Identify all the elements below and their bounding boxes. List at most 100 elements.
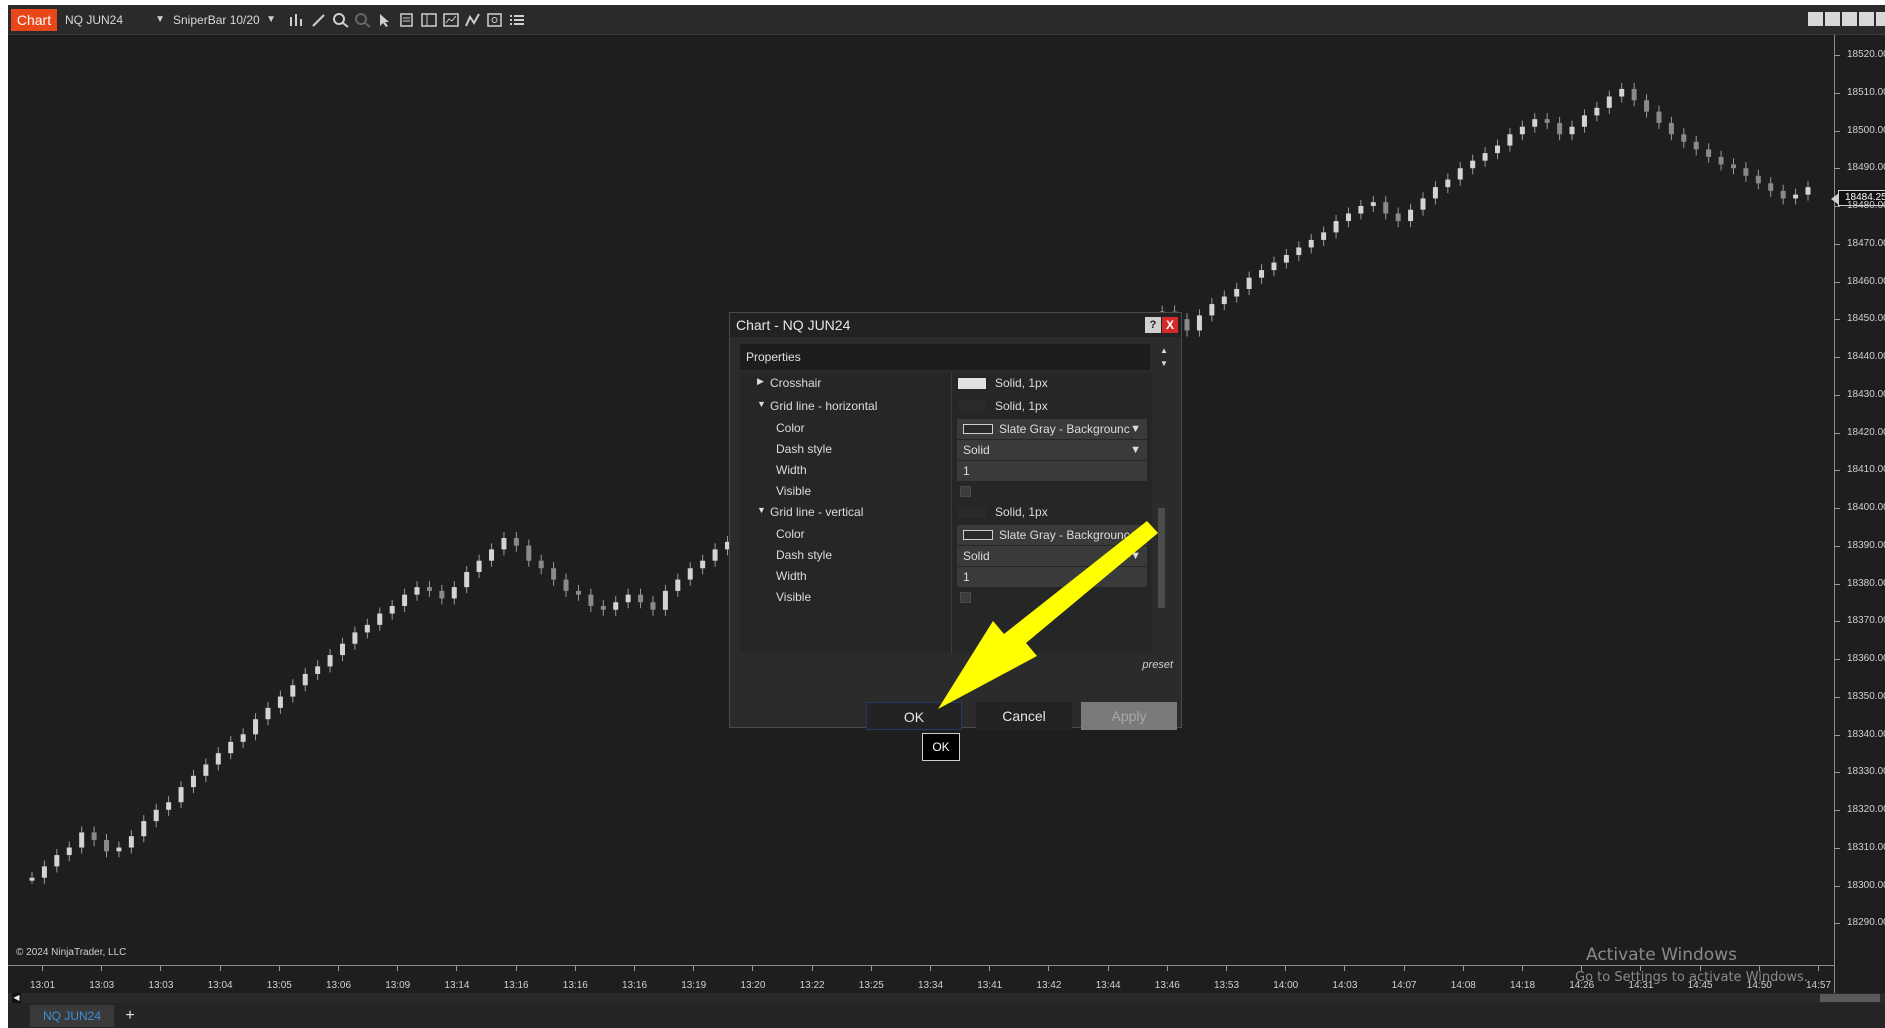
time-tick <box>989 966 991 971</box>
candle <box>476 554 482 579</box>
property-row-width[interactable]: Width 1 <box>740 566 1152 588</box>
data-box-icon[interactable] <box>398 12 416 28</box>
candle <box>1557 116 1563 141</box>
price-tick <box>1835 243 1840 245</box>
property-row-color[interactable]: Color Slate Gray - Backgrounc ▼ <box>740 524 1152 546</box>
dialog-title: Chart - NQ JUN24 <box>730 313 1181 337</box>
candle <box>712 543 718 567</box>
time-tick <box>160 966 162 971</box>
collapse-arrow-icon[interactable]: ▼ <box>757 399 766 409</box>
property-row-dash-style[interactable]: Dash style Solid ▼ <box>740 545 1152 567</box>
bar-chart-icon[interactable] <box>288 12 306 28</box>
chart-menu-button[interactable]: Chart <box>11 9 57 31</box>
instrument-selector[interactable]: NQ JUN24 ▼ <box>65 11 165 29</box>
zoom-out-icon[interactable] <box>354 12 372 28</box>
price-tick-label: 18420.00 <box>1847 426 1885 438</box>
candle <box>551 562 557 586</box>
restore-window-icon[interactable] <box>1859 12 1874 26</box>
time-tick <box>1107 966 1109 971</box>
preset-link[interactable]: preset <box>1142 659 1173 671</box>
candle <box>538 554 544 575</box>
price-tick <box>1835 281 1840 283</box>
price-tick-label: 18440.00 <box>1847 351 1885 362</box>
properties-icon[interactable] <box>486 12 504 28</box>
property-row-visible[interactable]: Visible <box>740 481 1152 503</box>
apply-button: Apply <box>1081 702 1177 730</box>
candle <box>1693 135 1699 156</box>
tab-nq-jun24[interactable]: NQ JUN24 <box>30 1005 114 1027</box>
pointer-icon[interactable] <box>376 12 394 28</box>
time-tick-label: 13:04 <box>207 980 233 991</box>
price-tick <box>1835 357 1840 358</box>
time-axis[interactable]: 13:01 13:03 13:03 13:04 13:05 13:06 13:09 13:14… <box>8 965 1834 995</box>
width-input[interactable]: 1 <box>957 461 1147 481</box>
time-tick <box>1226 966 1227 971</box>
time-tick-label: 13:16 <box>503 980 529 991</box>
property-row-crosshair[interactable]: ▶ Crosshair Solid, 1px <box>740 373 1152 395</box>
expand-arrow-icon[interactable]: ▶ <box>757 376 764 387</box>
close-window-icon[interactable] <box>1876 12 1885 26</box>
minimize-window-icon[interactable] <box>1842 12 1857 26</box>
property-name: Dash style <box>776 548 833 562</box>
property-row-width[interactable]: Width 1 <box>740 460 1152 482</box>
color-select[interactable]: Slate Gray - Backgrounc ▼ <box>957 419 1147 439</box>
add-tab-button[interactable]: + <box>120 1005 140 1027</box>
indicators-icon[interactable] <box>442 12 460 28</box>
property-value: Solid, 1px <box>995 376 1048 390</box>
price-tick <box>1835 55 1840 56</box>
visible-checkbox[interactable] <box>960 592 971 603</box>
time-tick-label: 14:57 <box>1806 980 1832 991</box>
zoom-in-icon[interactable] <box>332 12 350 28</box>
property-row-grid-horizontal[interactable]: ▼ Grid line - horizontal Solid, 1px <box>740 396 1152 418</box>
price-tick <box>1835 696 1840 698</box>
property-row-color[interactable]: Color Slate Gray - Backgrounc ▼ <box>740 418 1152 440</box>
chart-scrollbar[interactable]: ◀ <box>8 993 1885 1003</box>
candle <box>1793 188 1799 205</box>
candle <box>54 849 60 873</box>
list-icon[interactable] <box>508 12 526 28</box>
candle <box>153 803 159 828</box>
strategies-icon[interactable] <box>464 12 482 28</box>
scrollbar-thumb[interactable] <box>1820 994 1880 1002</box>
candle <box>203 758 209 782</box>
dash-style-select[interactable]: Solid ▼ <box>957 440 1147 460</box>
candle <box>1668 116 1674 141</box>
bar-type-selector[interactable]: SniperBar 10/20 ▼ <box>173 11 276 29</box>
tile-window-icon[interactable] <box>1808 12 1823 26</box>
instrument-tab-bar: NQ JUN24 + <box>8 1003 1885 1028</box>
draw-pencil-icon[interactable] <box>310 12 328 28</box>
visible-checkbox[interactable] <box>960 486 971 497</box>
property-row-grid-vertical[interactable]: ▼ Grid line - vertical Solid, 1px <box>740 502 1152 524</box>
properties-scrollbar[interactable] <box>1153 373 1169 653</box>
scroll-left-icon[interactable]: ◀ <box>12 993 21 1003</box>
property-row-dash-style[interactable]: Dash style Solid ▼ <box>740 439 1152 461</box>
width-input[interactable]: 1 <box>957 567 1147 587</box>
price-tick <box>1835 92 1840 94</box>
candle <box>240 728 246 748</box>
price-tick <box>1835 885 1840 887</box>
templates-icon[interactable] <box>420 12 438 28</box>
price-tick <box>1835 734 1840 736</box>
cascade-window-icon[interactable] <box>1825 12 1840 26</box>
candle <box>1283 248 1289 269</box>
cancel-button[interactable]: Cancel <box>976 702 1072 730</box>
color-select[interactable]: Slate Gray - Backgrounc ▼ <box>957 525 1147 545</box>
price-tick <box>1835 319 1840 321</box>
candle <box>513 532 519 552</box>
candle <box>178 781 184 809</box>
activate-windows-hint: Go to Settings to activate Windows. <box>1575 970 1808 985</box>
time-tick-label: 13:20 <box>740 980 766 991</box>
candle <box>104 833 110 858</box>
close-icon[interactable]: X <box>1162 317 1178 333</box>
price-axis[interactable]: 18484.25 18520.00 18510.00 18500.00 18490.0… <box>1831 35 1885 995</box>
properties-scrollbar-thumb[interactable] <box>1158 508 1165 608</box>
help-icon[interactable]: ? <box>1145 317 1161 333</box>
dash-style-value: Solid <box>963 549 990 563</box>
candle <box>327 649 333 673</box>
property-row-visible[interactable]: Visible <box>740 587 1152 609</box>
ok-button[interactable]: OK <box>866 702 962 730</box>
dash-style-select[interactable]: Solid ▼ <box>957 546 1147 566</box>
candle <box>1569 120 1575 141</box>
scroll-arrows-icon[interactable]: ▲ ▼ <box>1154 344 1174 370</box>
collapse-arrow-icon[interactable]: ▼ <box>757 505 766 515</box>
